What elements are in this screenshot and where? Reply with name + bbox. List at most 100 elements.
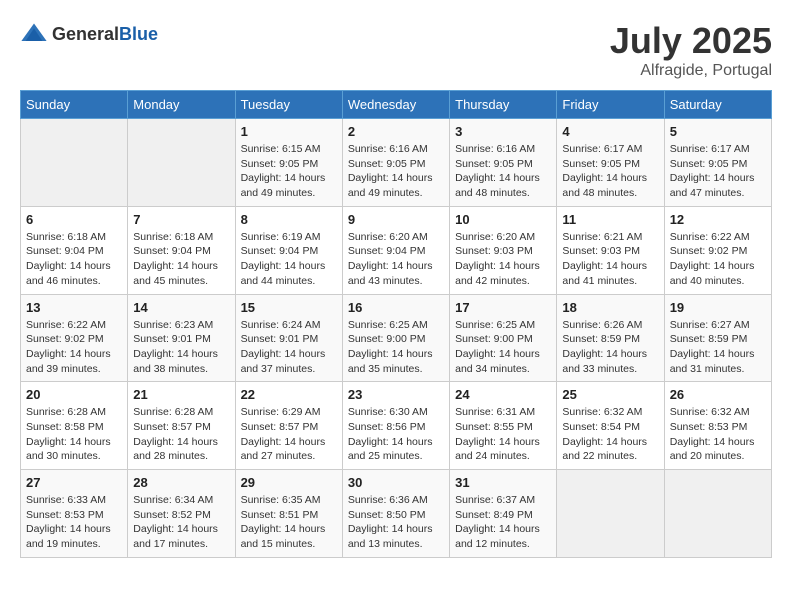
calendar-cell [557,470,664,558]
day-number: 27 [26,475,122,490]
calendar-cell: 1 Sunrise: 6:15 AMSunset: 9:05 PMDaylight… [235,119,342,207]
calendar-cell: 9 Sunrise: 6:20 AMSunset: 9:04 PMDaylight… [342,206,449,294]
day-number: 29 [241,475,337,490]
day-number: 14 [133,300,229,315]
calendar-week-row: 6 Sunrise: 6:18 AMSunset: 9:04 PMDaylight… [21,206,772,294]
calendar-week-row: 13Sunrise: 6:22 AMSunset: 9:02 PMDayligh… [21,294,772,382]
location-subtitle: Alfragide, Portugal [610,62,772,80]
page-header: GeneralBlue July 2025 Alfragide, Portuga… [20,20,772,80]
calendar-cell: 29Sunrise: 6:35 AMSunset: 8:51 PMDayligh… [235,470,342,558]
logo-text-blue: Blue [119,24,158,44]
day-number: 20 [26,387,122,402]
calendar-cell: 14 Sunrise: 6:23 AMSunset: 9:01 PMDayligh… [128,294,235,382]
day-number: 17 [455,300,551,315]
calendar-week-row: 27 Sunrise: 6:33 AMSunset: 8:53 PMDayligh… [21,470,772,558]
day-header-wednesday: Wednesday [342,91,449,119]
day-info: Sunrise: 6:16 AMSunset: 9:05 PMDaylight:… [348,142,444,201]
day-number: 22 [241,387,337,402]
day-number: 2 [348,124,444,139]
calendar-cell: 28Sunrise: 6:34 AMSunset: 8:52 PMDayligh… [128,470,235,558]
day-header-monday: Monday [128,91,235,119]
logo-text-general: General [52,24,119,44]
calendar-week-row: 1 Sunrise: 6:15 AMSunset: 9:05 PMDaylight… [21,119,772,207]
calendar-cell: 21Sunrise: 6:28 AMSunset: 8:57 PMDayligh… [128,382,235,470]
calendar-cell: 10 Sunrise: 6:20 AMSunset: 9:03 PMDayligh… [450,206,557,294]
calendar-table: SundayMondayTuesdayWednesdayThursdayFrid… [20,90,772,558]
day-info: Sunrise: 6:25 AMSunset: 9:00 PMDaylight:… [348,318,444,377]
day-info: Sunrise: 6:28 AMSunset: 8:57 PMDaylight:… [133,405,229,464]
calendar-cell: 17 Sunrise: 6:25 AMSunset: 9:00 PMDayligh… [450,294,557,382]
month-year-title: July 2025 [610,20,772,62]
calendar-cell [664,470,771,558]
day-info: Sunrise: 6:15 AMSunset: 9:05 PMDaylight:… [241,142,337,201]
day-info: Sunrise: 6:18 AMSunset: 9:04 PMDaylight:… [133,230,229,289]
day-info: Sunrise: 6:20 AMSunset: 9:03 PMDaylight:… [455,230,551,289]
day-number: 28 [133,475,229,490]
calendar-cell: 13Sunrise: 6:22 AMSunset: 9:02 PMDayligh… [21,294,128,382]
day-info: Sunrise: 6:16 AMSunset: 9:05 PMDaylight:… [455,142,551,201]
logo-icon [20,20,48,48]
day-info: Sunrise: 6:20 AMSunset: 9:04 PMDaylight:… [348,230,444,289]
day-number: 9 [348,212,444,227]
day-info: Sunrise: 6:33 AMSunset: 8:53 PMDaylight:… [26,493,122,552]
day-number: 5 [670,124,766,139]
day-number: 13 [26,300,122,315]
day-info: Sunrise: 6:22 AMSunset: 9:02 PMDaylight:… [670,230,766,289]
calendar-cell: 25Sunrise: 6:32 AMSunset: 8:54 PMDayligh… [557,382,664,470]
calendar-cell: 24Sunrise: 6:31 AMSunset: 8:55 PMDayligh… [450,382,557,470]
calendar-week-row: 20Sunrise: 6:28 AMSunset: 8:58 PMDayligh… [21,382,772,470]
day-number: 26 [670,387,766,402]
day-info: Sunrise: 6:17 AMSunset: 9:05 PMDaylight:… [670,142,766,201]
calendar-cell: 15 Sunrise: 6:24 AMSunset: 9:01 PMDayligh… [235,294,342,382]
day-info: Sunrise: 6:17 AMSunset: 9:05 PMDaylight:… [562,142,658,201]
day-number: 25 [562,387,658,402]
calendar-cell: 4 Sunrise: 6:17 AMSunset: 9:05 PMDaylight… [557,119,664,207]
day-number: 3 [455,124,551,139]
day-info: Sunrise: 6:25 AMSunset: 9:00 PMDaylight:… [455,318,551,377]
calendar-cell: 26 Sunrise: 6:32 AMSunset: 8:53 PMDayligh… [664,382,771,470]
calendar-cell: 22 Sunrise: 6:29 AMSunset: 8:57 PMDayligh… [235,382,342,470]
day-number: 4 [562,124,658,139]
day-header-tuesday: Tuesday [235,91,342,119]
day-number: 23 [348,387,444,402]
calendar-cell [128,119,235,207]
calendar-cell: 8Sunrise: 6:19 AMSunset: 9:04 PMDaylight… [235,206,342,294]
day-number: 16 [348,300,444,315]
day-header-thursday: Thursday [450,91,557,119]
day-info: Sunrise: 6:19 AMSunset: 9:04 PMDaylight:… [241,230,337,289]
calendar-cell: 18Sunrise: 6:26 AMSunset: 8:59 PMDayligh… [557,294,664,382]
day-info: Sunrise: 6:27 AMSunset: 8:59 PMDaylight:… [670,318,766,377]
day-header-saturday: Saturday [664,91,771,119]
calendar-cell: 16 Sunrise: 6:25 AMSunset: 9:00 PMDayligh… [342,294,449,382]
title-block: July 2025 Alfragide, Portugal [610,20,772,80]
day-number: 15 [241,300,337,315]
calendar-cell: 31 Sunrise: 6:37 AMSunset: 8:49 PMDayligh… [450,470,557,558]
calendar-cell: 6Sunrise: 6:18 AMSunset: 9:04 PMDaylight… [21,206,128,294]
calendar-cell: 27 Sunrise: 6:33 AMSunset: 8:53 PMDayligh… [21,470,128,558]
day-info: Sunrise: 6:37 AMSunset: 8:49 PMDaylight:… [455,493,551,552]
day-header-friday: Friday [557,91,664,119]
day-number: 12 [670,212,766,227]
day-number: 24 [455,387,551,402]
day-number: 1 [241,124,337,139]
day-info: Sunrise: 6:21 AMSunset: 9:03 PMDaylight:… [562,230,658,289]
calendar-cell: 3 Sunrise: 6:16 AMSunset: 9:05 PMDaylight… [450,119,557,207]
day-number: 31 [455,475,551,490]
day-number: 10 [455,212,551,227]
day-info: Sunrise: 6:29 AMSunset: 8:57 PMDaylight:… [241,405,337,464]
calendar-cell: 30Sunrise: 6:36 AMSunset: 8:50 PMDayligh… [342,470,449,558]
calendar-cell: 2 Sunrise: 6:16 AMSunset: 9:05 PMDaylight… [342,119,449,207]
calendar-cell: 19 Sunrise: 6:27 AMSunset: 8:59 PMDayligh… [664,294,771,382]
calendar-cell: 5 Sunrise: 6:17 AMSunset: 9:05 PMDaylight… [664,119,771,207]
calendar-cell: 12 Sunrise: 6:22 AMSunset: 9:02 PMDayligh… [664,206,771,294]
day-info: Sunrise: 6:23 AMSunset: 9:01 PMDaylight:… [133,318,229,377]
day-info: Sunrise: 6:32 AMSunset: 8:53 PMDaylight:… [670,405,766,464]
day-info: Sunrise: 6:30 AMSunset: 8:56 PMDaylight:… [348,405,444,464]
calendar-cell: 23 Sunrise: 6:30 AMSunset: 8:56 PMDayligh… [342,382,449,470]
day-number: 19 [670,300,766,315]
calendar-cell [21,119,128,207]
day-info: Sunrise: 6:24 AMSunset: 9:01 PMDaylight:… [241,318,337,377]
calendar-header-row: SundayMondayTuesdayWednesdayThursdayFrid… [21,91,772,119]
day-number: 6 [26,212,122,227]
day-number: 18 [562,300,658,315]
